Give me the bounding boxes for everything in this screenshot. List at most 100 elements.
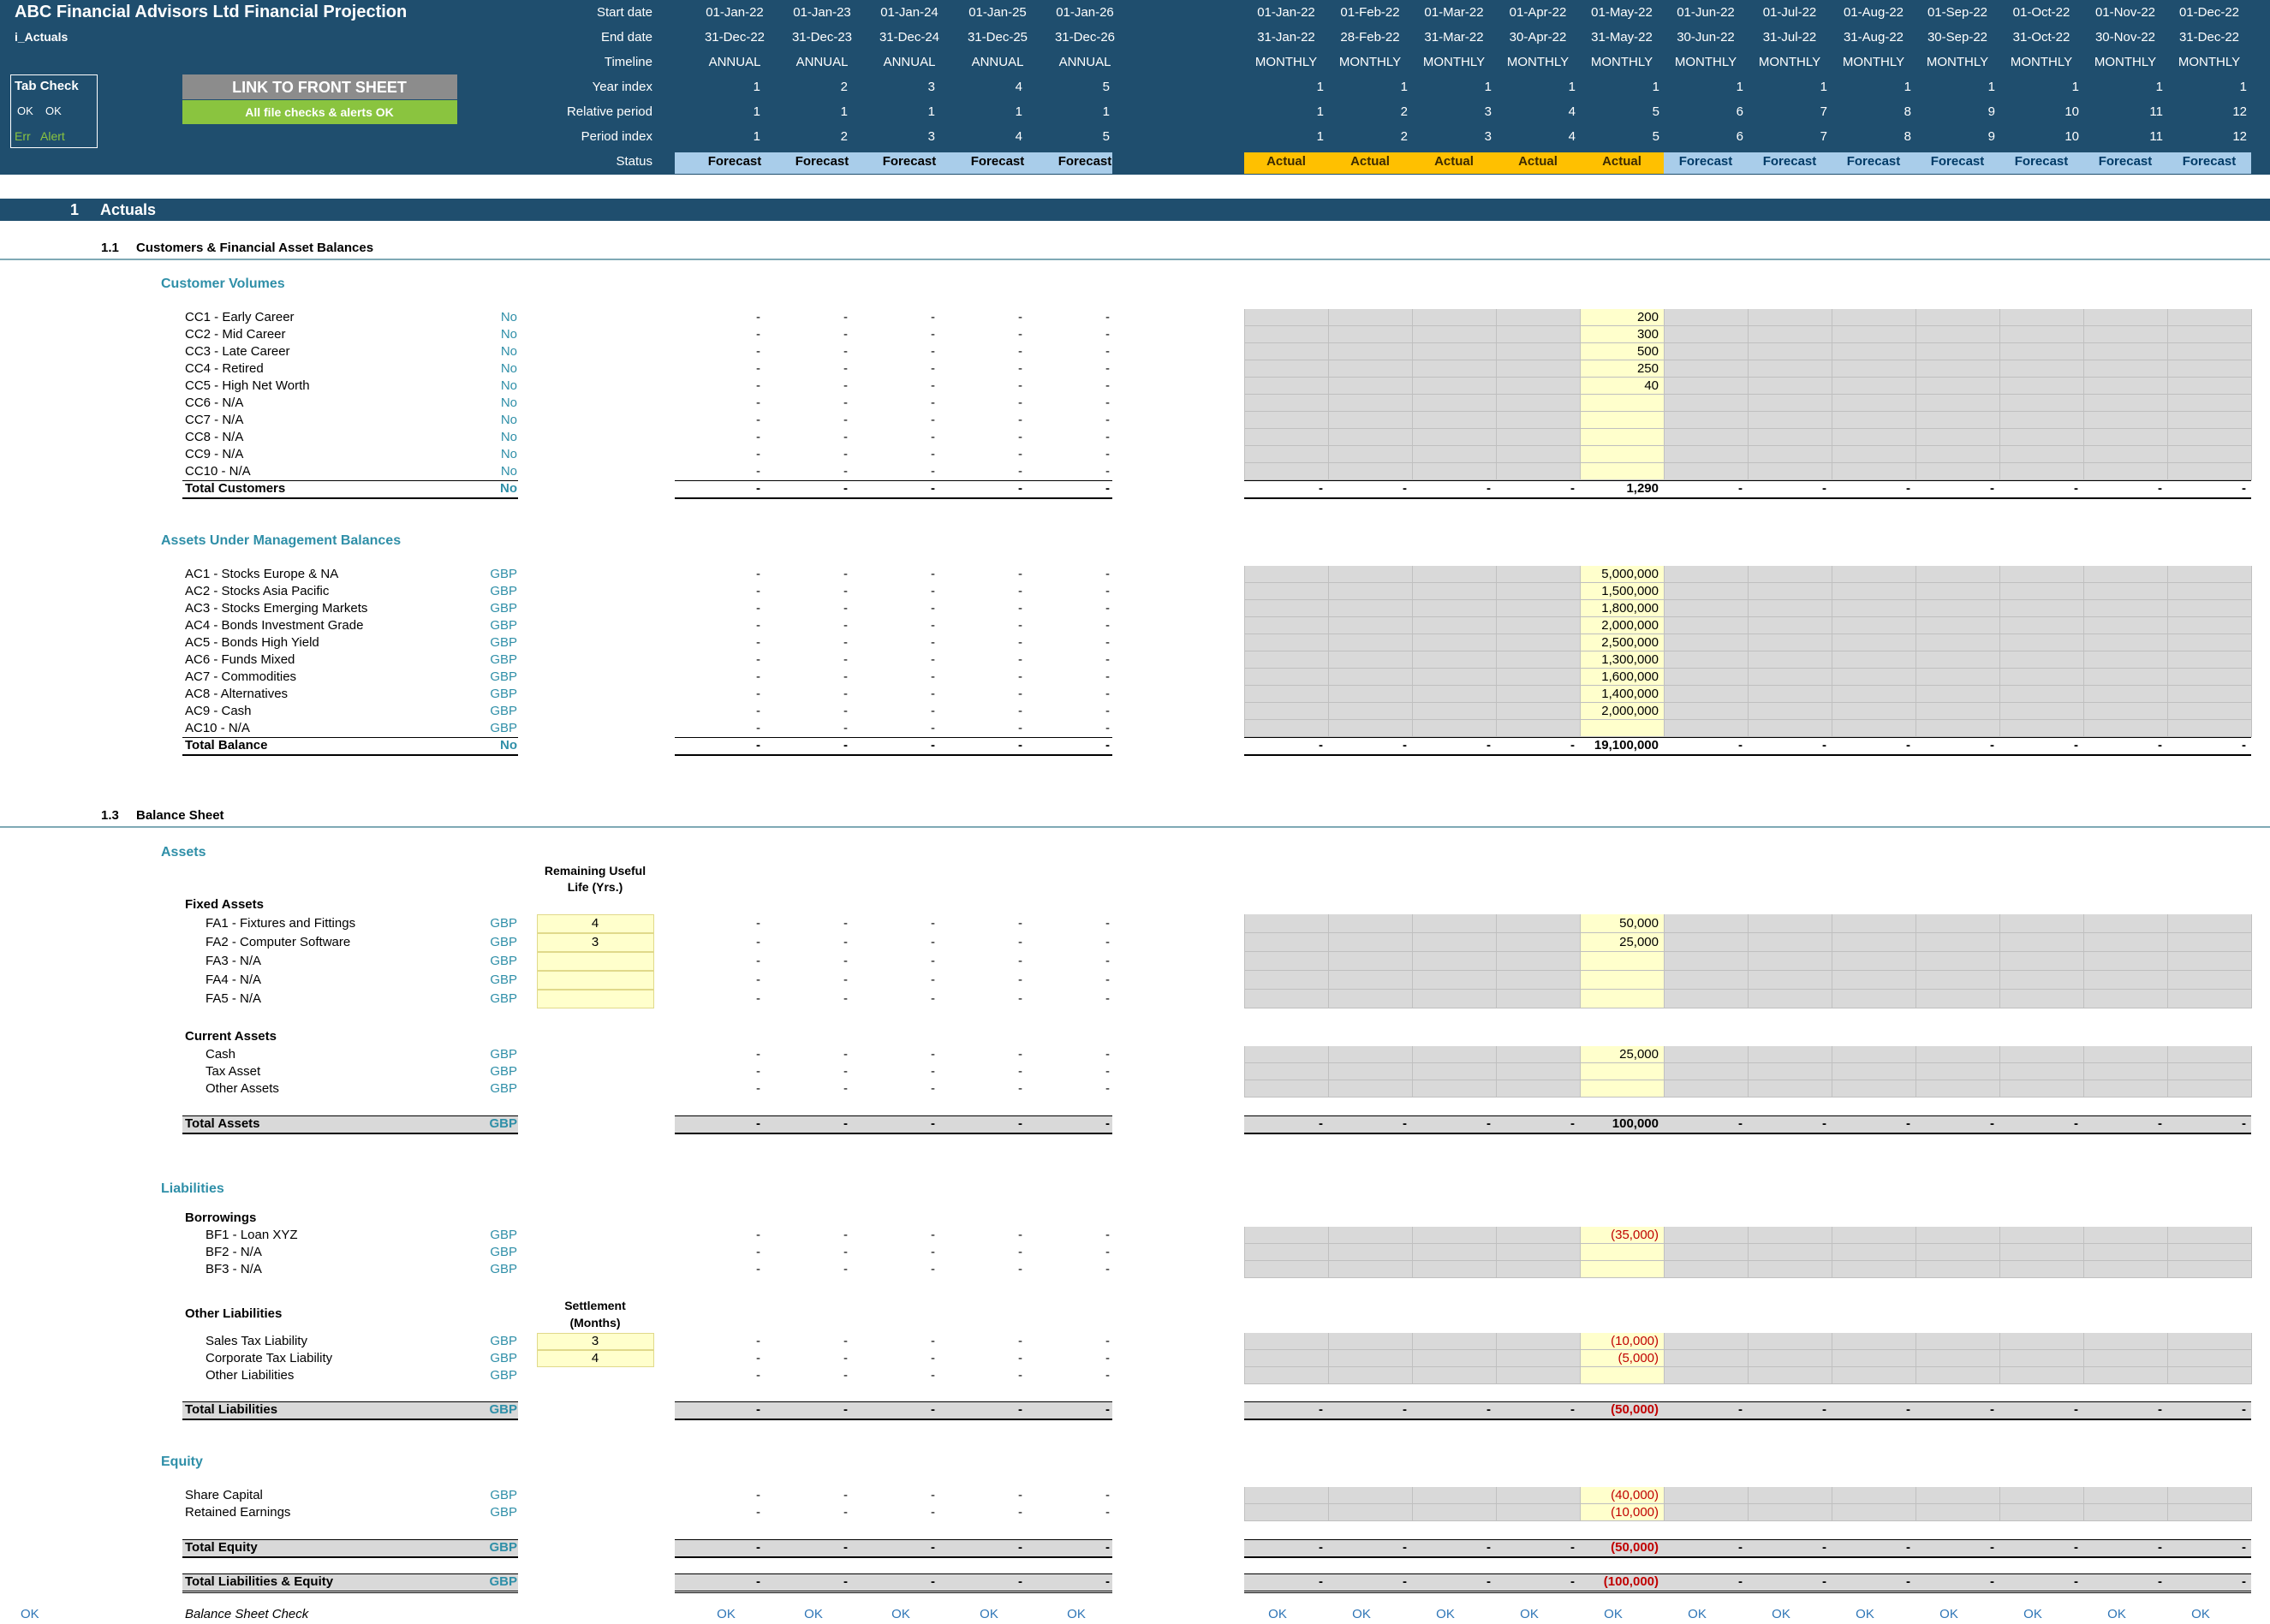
extra-input-cell[interactable] bbox=[537, 990, 654, 1008]
row-unit: GBP bbox=[490, 1228, 517, 1242]
extra-input-value[interactable]: 3 bbox=[561, 934, 629, 951]
actual-input-value[interactable]: 25,000 bbox=[1556, 1046, 1659, 1063]
row-unit: No bbox=[500, 464, 517, 479]
annual-value: - bbox=[756, 1368, 760, 1383]
monthly-row-line bbox=[1244, 719, 2251, 720]
actual-input-value[interactable]: 500 bbox=[1556, 343, 1659, 360]
actual-input-value[interactable]: 200 bbox=[1556, 309, 1659, 326]
monthly-gridline bbox=[1999, 1487, 2000, 1521]
row-unit: GBP bbox=[490, 1351, 517, 1365]
total-annual-value: - bbox=[756, 1402, 760, 1417]
spreadsheet: ABC Financial Advisors Ltd Financial Pro… bbox=[0, 0, 2270, 1624]
actual-input-value[interactable]: 25,000 bbox=[1556, 934, 1659, 951]
total-monthly-value: - bbox=[1487, 1574, 1491, 1589]
annual-value: - bbox=[1105, 635, 1110, 650]
row-label: AC4 - Bonds Investment Grade bbox=[185, 618, 364, 633]
actual-input-value[interactable]: 1,300,000 bbox=[1556, 651, 1659, 669]
extra-input-value[interactable]: 4 bbox=[561, 1350, 629, 1367]
monthly-gridline bbox=[1664, 1046, 1665, 1098]
total-monthly-value: - bbox=[1990, 738, 1994, 753]
actual-input-value[interactable]: 40 bbox=[1556, 378, 1659, 395]
total-monthly-value: - bbox=[1906, 1540, 1910, 1555]
total-annual-value: - bbox=[843, 481, 848, 496]
block-title: Customer Volumes bbox=[161, 277, 285, 291]
row-unit: GBP bbox=[490, 687, 517, 701]
extra-input-value[interactable]: 3 bbox=[561, 1333, 629, 1350]
actual-input-value[interactable]: 5,000,000 bbox=[1556, 566, 1659, 583]
total-monthly-value: - bbox=[1319, 1116, 1323, 1131]
annual-start-date: 01-Jan-24 bbox=[880, 5, 938, 20]
total-monthly-value: - bbox=[1738, 1402, 1743, 1417]
extra-input-cell[interactable] bbox=[537, 952, 654, 971]
annual-value: - bbox=[843, 669, 848, 684]
monthly-end-date: 30-Jun-22 bbox=[1677, 30, 1735, 45]
actual-input-value[interactable]: 1,500,000 bbox=[1556, 583, 1659, 600]
total-monthly-value: - bbox=[1990, 1116, 1994, 1131]
annual-value: - bbox=[1018, 567, 1022, 581]
actual-input-value[interactable]: 50,000 bbox=[1556, 915, 1659, 932]
monthly-gridline bbox=[1244, 914, 1245, 1008]
actual-input-value[interactable]: (40,000) bbox=[1556, 1487, 1659, 1504]
annual-status: Forecast bbox=[970, 154, 1025, 169]
monthly-status: Forecast bbox=[2014, 154, 2069, 169]
actual-input-value[interactable]: 1,400,000 bbox=[1556, 686, 1659, 703]
row-unit: GBP bbox=[490, 973, 517, 987]
annual-relative-period: 1 bbox=[927, 104, 935, 119]
total-unit: GBP bbox=[489, 1402, 517, 1417]
monthly-row-line bbox=[1244, 685, 2251, 686]
annual-value: - bbox=[931, 430, 935, 444]
row-label: CC10 - N/A bbox=[185, 464, 251, 479]
total-monthly-value: - bbox=[1822, 738, 1826, 753]
actual-input-value[interactable]: (10,000) bbox=[1556, 1504, 1659, 1521]
monthly-row-line bbox=[1244, 445, 2251, 446]
actual-input-value[interactable]: 2,000,000 bbox=[1556, 703, 1659, 720]
monthly-gridline bbox=[1412, 914, 1413, 1008]
monthly-start-date: 01-Sep-22 bbox=[1927, 5, 1988, 20]
monthly-status: Forecast bbox=[2098, 154, 2153, 169]
actual-input-value[interactable]: (35,000) bbox=[1556, 1227, 1659, 1244]
extra-input-value[interactable]: 4 bbox=[561, 915, 629, 932]
monthly-gridline bbox=[2083, 566, 2084, 737]
annual-value: - bbox=[756, 396, 760, 410]
annual-value: - bbox=[1018, 1488, 1022, 1502]
settlement-header-1: Settlement bbox=[564, 1299, 626, 1312]
annual-value: - bbox=[756, 447, 760, 461]
monthly-gridline bbox=[1748, 914, 1749, 1008]
annual-value: - bbox=[756, 361, 760, 376]
total-annual-value: - bbox=[1105, 1574, 1110, 1589]
annual-value: - bbox=[756, 1245, 760, 1259]
total-monthly-value: - bbox=[1822, 481, 1826, 496]
total-annual-value: - bbox=[843, 738, 848, 753]
actual-input-value[interactable]: 2,000,000 bbox=[1556, 617, 1659, 634]
annual-value: - bbox=[843, 601, 848, 616]
actual-input-value[interactable]: 1,600,000 bbox=[1556, 669, 1659, 686]
annual-value: - bbox=[756, 954, 760, 968]
actual-input-value[interactable]: 2,500,000 bbox=[1556, 634, 1659, 651]
actual-input-value[interactable]: 1,800,000 bbox=[1556, 600, 1659, 617]
monthly-timeline: MONTHLY bbox=[1338, 55, 1402, 69]
section-title: Actuals bbox=[100, 201, 157, 218]
total-monthly-value: - bbox=[2074, 481, 2078, 496]
total-monthly-value: - bbox=[2242, 1116, 2246, 1131]
actual-input-value[interactable]: (10,000) bbox=[1556, 1333, 1659, 1350]
actual-input-value[interactable]: 250 bbox=[1556, 360, 1659, 378]
row-unit: No bbox=[500, 396, 517, 410]
extra-input-cell[interactable] bbox=[537, 971, 654, 990]
annual-value: - bbox=[1018, 1228, 1022, 1242]
annual-value: - bbox=[1018, 1334, 1022, 1348]
actual-input-value[interactable]: (5,000) bbox=[1556, 1350, 1659, 1367]
monthly-year-index: 1 bbox=[1400, 80, 1408, 94]
annual-value: - bbox=[1018, 916, 1022, 931]
monthly-timeline: MONTHLY bbox=[1674, 55, 1737, 69]
monthly-end-date: 28-Feb-22 bbox=[1340, 30, 1400, 45]
total-monthly-value: - bbox=[1319, 481, 1323, 496]
actual-input-value[interactable]: 300 bbox=[1556, 326, 1659, 343]
annual-value: - bbox=[1018, 413, 1022, 427]
annual-start-date: 01-Jan-25 bbox=[968, 5, 1027, 20]
total-input-value: (50,000) bbox=[1611, 1540, 1659, 1555]
annual-value: - bbox=[843, 344, 848, 359]
total-bottomline bbox=[1244, 1133, 2251, 1134]
annual-value: - bbox=[1018, 935, 1022, 949]
monthly-start-date: 01-May-22 bbox=[1591, 5, 1653, 20]
annual-value: - bbox=[756, 1488, 760, 1502]
